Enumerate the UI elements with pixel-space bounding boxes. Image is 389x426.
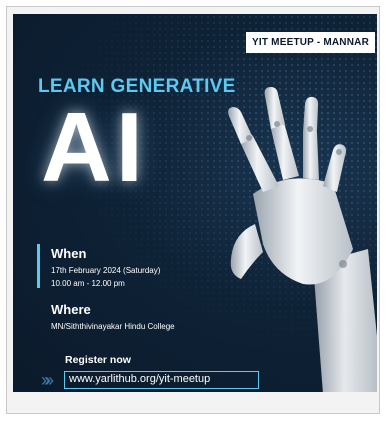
registration-link[interactable]: www.yarlithub.org/yit-meetup	[64, 371, 259, 389]
when-accent-bar	[37, 244, 40, 288]
double-chevron-right-icon: »»	[41, 370, 54, 390]
when-label: When	[51, 246, 87, 261]
event-poster: YIT MEETUP - MANNAR LEARN GENERATIVE AI	[13, 14, 377, 392]
event-time: 10.00 am - 12.00 pm	[51, 279, 125, 288]
event-badge: YIT MEETUP - MANNAR	[246, 32, 375, 53]
robot-hand-illustration	[228, 87, 377, 392]
event-date: 17th February 2024 (Saturday)	[51, 266, 161, 275]
event-venue: MN/Siththivinayakar Hindu College	[51, 322, 175, 331]
where-label: Where	[51, 302, 91, 317]
register-label: Register now	[65, 354, 131, 366]
poster-big-title: AI	[41, 92, 147, 202]
